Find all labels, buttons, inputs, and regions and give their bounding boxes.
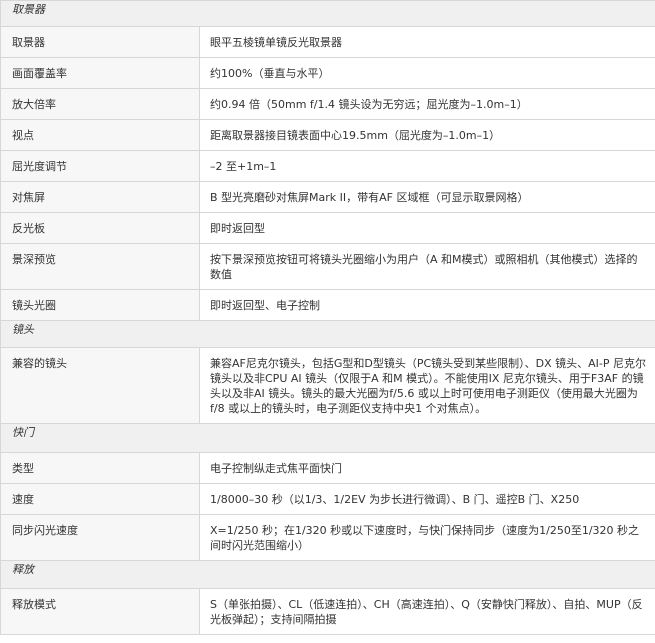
row-value: –2 至+1m–1 — [199, 150, 655, 182]
row-label: 兼容的镜头 — [0, 347, 200, 424]
row-label: 景深预览 — [0, 243, 200, 290]
row-value: 距离取景器接目镜表面中心19.5mm（屈光度为–1.0m–1） — [199, 119, 655, 151]
row-value: 约0.94 倍（50mm f/1.4 镜头设为无穷远；屈光度为–1.0m–1） — [199, 88, 655, 120]
row-label: 取景器 — [0, 26, 200, 58]
row-label: 同步闪光速度 — [0, 514, 200, 561]
section-header-shutter: 快门 — [0, 423, 655, 453]
section-title: 快门 — [0, 423, 655, 453]
row-label: 释放模式 — [0, 588, 200, 635]
row-label: 反光板 — [0, 212, 200, 244]
row-value: 眼平五棱镜单镜反光取景器 — [199, 26, 655, 58]
row-label: 放大倍率 — [0, 88, 200, 120]
row-value: 约100%（垂直与水平） — [199, 57, 655, 89]
table-row: 放大倍率 约0.94 倍（50mm f/1.4 镜头设为无穷远；屈光度为–1.0… — [0, 88, 655, 120]
table-row: 类型 电子控制纵走式焦平面快门 — [0, 452, 655, 484]
row-value: 按下景深预览按钮可将镜头光圈缩小为用户（A 和M模式）或照相机（其他模式）选择的… — [199, 243, 655, 290]
table-row: 兼容的镜头 兼容AF尼克尔镜头，包括G型和D型镜头（PC镜头受到某些限制）、DX… — [0, 347, 655, 424]
table-row: 景深预览 按下景深预览按钮可将镜头光圈缩小为用户（A 和M模式）或照相机（其他模… — [0, 243, 655, 290]
row-label: 画面覆盖率 — [0, 57, 200, 89]
table-row: 速度 1/8000–30 秒（以1/3、1/2EV 为步长进行微调）、B 门、遥… — [0, 483, 655, 515]
row-value: X=1/250 秒；在1/320 秒或以下速度时，与快门保持同步（速度为1/25… — [199, 514, 655, 561]
row-label: 对焦屏 — [0, 181, 200, 213]
section-header-release: 释放 — [0, 560, 655, 589]
table-row: 对焦屏 B 型光亮磨砂对焦屏Mark II，带有AF 区域框（可显示取景网格） — [0, 181, 655, 213]
row-value: B 型光亮磨砂对焦屏Mark II，带有AF 区域框（可显示取景网格） — [199, 181, 655, 213]
table-row: 镜头光圈 即时返回型、电子控制 — [0, 289, 655, 321]
row-value: 电子控制纵走式焦平面快门 — [199, 452, 655, 484]
section-header-lens: 镜头 — [0, 320, 655, 348]
row-value: 兼容AF尼克尔镜头，包括G型和D型镜头（PC镜头受到某些限制）、DX 镜头、AI… — [199, 347, 655, 424]
table-row: 视点 距离取景器接目镜表面中心19.5mm（屈光度为–1.0m–1） — [0, 119, 655, 151]
row-value: 1/8000–30 秒（以1/3、1/2EV 为步长进行微调）、B 门、遥控B … — [199, 483, 655, 515]
table-row: 释放模式 S（单张拍摄）、CL（低速连拍）、CH（高速连拍）、Q（安静快门释放）… — [0, 588, 655, 635]
section-title: 镜头 — [0, 320, 655, 348]
section-title: 释放 — [0, 560, 655, 589]
row-label: 视点 — [0, 119, 200, 151]
spec-table: 取景器 取景器 眼平五棱镜单镜反光取景器 画面覆盖率 约100%（垂直与水平） … — [0, 0, 655, 635]
row-label: 镜头光圈 — [0, 289, 200, 321]
row-label: 屈光度调节 — [0, 150, 200, 182]
row-value: 即时返回型 — [199, 212, 655, 244]
table-row: 反光板 即时返回型 — [0, 212, 655, 244]
section-title: 取景器 — [0, 0, 655, 27]
section-header-viewfinder: 取景器 — [0, 0, 655, 27]
row-value: S（单张拍摄）、CL（低速连拍）、CH（高速连拍）、Q（安静快门释放）、自拍、M… — [199, 588, 655, 635]
row-label: 类型 — [0, 452, 200, 484]
table-row: 取景器 眼平五棱镜单镜反光取景器 — [0, 26, 655, 58]
table-row: 屈光度调节 –2 至+1m–1 — [0, 150, 655, 182]
table-row: 同步闪光速度 X=1/250 秒；在1/320 秒或以下速度时，与快门保持同步（… — [0, 514, 655, 561]
row-value: 即时返回型、电子控制 — [199, 289, 655, 321]
row-label: 速度 — [0, 483, 200, 515]
table-row: 画面覆盖率 约100%（垂直与水平） — [0, 57, 655, 89]
